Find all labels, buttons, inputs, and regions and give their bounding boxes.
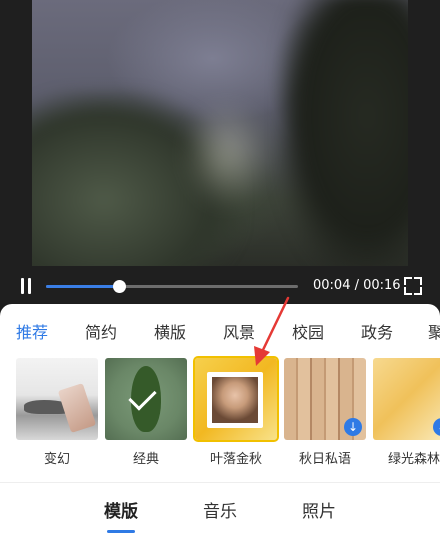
fullscreen-icon[interactable] bbox=[404, 277, 422, 295]
seek-bar[interactable] bbox=[46, 280, 298, 293]
template-thumbnail[interactable] bbox=[16, 358, 98, 440]
video-frame-light bbox=[182, 100, 272, 210]
bottom-tab-music[interactable]: 音乐 bbox=[203, 497, 237, 522]
bottom-tab-template[interactable]: 模版 bbox=[104, 497, 138, 522]
template-thumbnail[interactable] bbox=[193, 356, 279, 442]
video-player[interactable]: 00:04 / 00:16 bbox=[0, 0, 440, 303]
category-tab-more[interactable]: 聚 bbox=[428, 319, 440, 343]
template-item-bianhuan[interactable]: 变幻 bbox=[16, 358, 98, 467]
seek-bar-progress bbox=[46, 285, 120, 288]
template-list: 变幻 经典 叶落金秋 ↓ 秋日私语 ↓ 绿光森林 bbox=[0, 356, 440, 468]
template-sheet: 推荐 简约 横版 风景 校园 政务 聚 变幻 经典 叶落金秋 ↓ 秋日私语 绿光… bbox=[0, 304, 440, 542]
template-label: 经典 bbox=[132, 452, 159, 467]
bottom-tab-photos[interactable]: 照片 bbox=[302, 497, 336, 522]
bottom-tabs: 模版 音乐 照片 bbox=[0, 482, 440, 542]
pause-icon[interactable] bbox=[19, 278, 33, 294]
seek-bar-thumb[interactable] bbox=[113, 280, 127, 293]
category-tab-campus[interactable]: 校园 bbox=[292, 319, 324, 343]
template-item-yeluojinqiu[interactable]: 叶落金秋 bbox=[193, 356, 279, 467]
category-tab-scenery[interactable]: 风景 bbox=[223, 319, 255, 343]
template-item-jingdian[interactable]: 经典 bbox=[105, 358, 187, 467]
player-controls: 00:04 / 00:16 bbox=[0, 266, 440, 304]
template-thumbnail[interactable]: ↓ bbox=[284, 358, 366, 440]
video-preview[interactable] bbox=[32, 0, 408, 266]
category-tab-government[interactable]: 政务 bbox=[361, 319, 393, 343]
category-tab-simple[interactable]: 简约 bbox=[85, 319, 117, 343]
time-readout: 00:04 / 00:16 bbox=[313, 278, 401, 293]
video-frame-trees-right bbox=[282, 0, 408, 266]
download-icon[interactable]: ↓ bbox=[344, 418, 362, 436]
category-tab-recommended[interactable]: 推荐 bbox=[16, 319, 48, 343]
template-item-qiurisiyu[interactable]: ↓ 秋日私语 bbox=[284, 358, 366, 467]
template-label: 秋日私语 bbox=[298, 452, 351, 467]
template-thumbnail[interactable] bbox=[105, 358, 187, 440]
active-tab-indicator bbox=[107, 530, 135, 533]
download-icon[interactable]: ↓ bbox=[433, 418, 440, 436]
template-label: 绿光森林 bbox=[387, 452, 440, 467]
template-label: 变幻 bbox=[43, 452, 70, 467]
template-label: 叶落金秋 bbox=[209, 452, 262, 467]
category-tabs: 推荐 简约 横版 风景 校园 政务 聚 bbox=[0, 304, 440, 356]
template-item-lvguangsenlin[interactable]: ↓ 绿光森林 bbox=[373, 358, 440, 467]
category-tab-landscape[interactable]: 横版 bbox=[154, 319, 186, 343]
template-thumbnail[interactable]: ↓ bbox=[373, 358, 440, 440]
